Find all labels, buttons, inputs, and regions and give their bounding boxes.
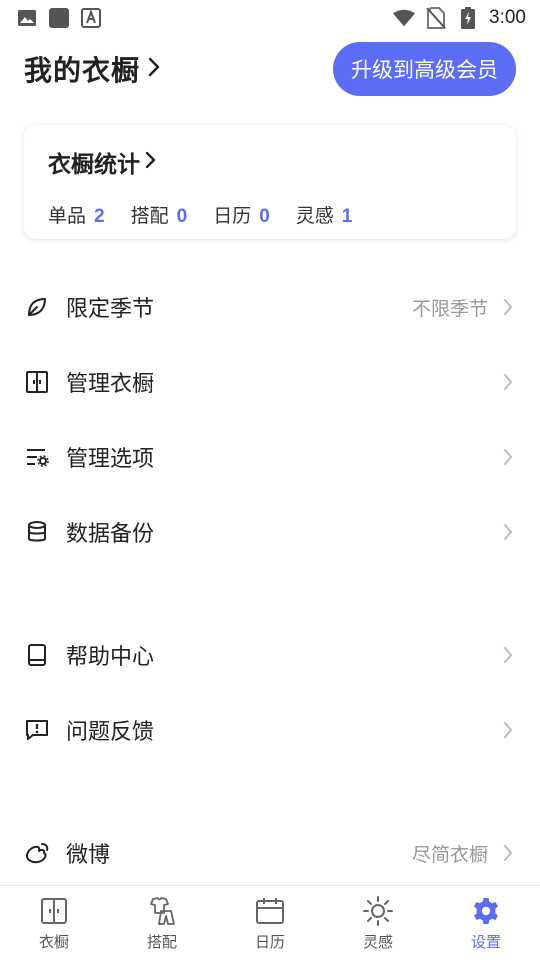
- a-icon: [80, 7, 102, 29]
- menu-label: 帮助中心: [66, 645, 155, 670]
- stat-outfits[interactable]: 搭配 0: [131, 201, 188, 228]
- stat-calendar[interactable]: 日历 0: [213, 201, 270, 228]
- leaf-icon: [24, 294, 50, 320]
- chevron-right-icon: [502, 722, 516, 738]
- chevron-right-icon: [146, 55, 162, 83]
- stats-row: 单品 2 搭配 0 日历 0 灵感 1: [48, 201, 492, 228]
- stat-inspiration[interactable]: 灵感 1: [296, 201, 353, 228]
- stat-value: 0: [176, 206, 188, 227]
- status-bar: 3:00: [0, 0, 540, 36]
- nav-tab-outfit[interactable]: 搭配: [108, 886, 216, 960]
- stat-items[interactable]: 单品 2: [48, 201, 105, 228]
- nav-label: 日历: [254, 932, 285, 951]
- menu-item-help[interactable]: 帮助中心: [0, 625, 540, 685]
- sun-icon: [362, 895, 394, 927]
- upgrade-button[interactable]: 升级到高级会员: [333, 42, 516, 96]
- settings-gear-icon: [470, 895, 502, 927]
- chevron-right-icon: [502, 524, 516, 540]
- nav-tab-inspiration[interactable]: 灵感: [324, 886, 432, 960]
- stat-label: 单品: [48, 205, 87, 227]
- menu-label: 数据备份: [66, 522, 155, 547]
- wardrobe-icon: [38, 895, 70, 927]
- chevron-right-icon: [502, 647, 516, 663]
- stats-title-link[interactable]: 衣橱统计: [48, 145, 492, 179]
- page-title: 我的衣橱: [24, 54, 141, 87]
- menu-label: 限定季节: [66, 297, 155, 322]
- database-icon: [24, 519, 50, 545]
- square-icon: [48, 7, 70, 29]
- nav-tab-calendar[interactable]: 日历: [216, 886, 324, 960]
- nav-label: 衣橱: [38, 932, 69, 951]
- nav-tab-wardrobe[interactable]: 衣橱: [0, 886, 108, 960]
- book-icon: [24, 642, 50, 668]
- nav-tab-settings[interactable]: 设置: [432, 886, 540, 960]
- nav-label: 灵感: [362, 932, 393, 951]
- image-icon: [16, 7, 38, 29]
- stat-value: 0: [259, 206, 270, 227]
- menu-value: 尽简衣橱: [411, 843, 488, 866]
- header: 我的衣橱 升级到高级会员: [24, 42, 516, 96]
- status-left: [16, 7, 102, 29]
- menu-label: 管理衣橱: [66, 372, 155, 397]
- weibo-icon: [24, 840, 50, 866]
- wifi-icon: [393, 7, 416, 29]
- menu-value: 不限季节: [411, 297, 488, 320]
- chevron-right-icon: [502, 449, 516, 465]
- stat-value: 2: [94, 206, 105, 227]
- battery-charging-icon: [457, 7, 479, 29]
- bottom-nav: 衣橱 搭配 日历 灵感 设置: [0, 885, 540, 960]
- nav-label: 搭配: [146, 932, 177, 951]
- menu-label: 管理选项: [66, 447, 155, 472]
- chevron-right-icon: [502, 299, 516, 315]
- chevron-right-icon: [144, 149, 158, 175]
- status-right: 3:00: [393, 7, 526, 29]
- calendar-icon: [254, 895, 286, 927]
- stat-label: 日历: [213, 205, 252, 227]
- wardrobe-title-link[interactable]: 我的衣橱: [24, 49, 162, 89]
- menu-item-manage-wardrobe[interactable]: 管理衣橱: [0, 352, 540, 412]
- wardrobe-icon: [24, 369, 50, 395]
- chevron-right-icon: [502, 845, 516, 861]
- stat-value: 1: [341, 206, 353, 227]
- clock: 3:00: [489, 7, 526, 28]
- stat-label: 灵感: [295, 205, 334, 227]
- menu-label: 微博: [66, 843, 111, 868]
- stats-title: 衣橱统计: [48, 152, 140, 178]
- menu-item-weibo[interactable]: 微博 尽简衣橱: [0, 823, 540, 883]
- chevron-right-icon: [502, 374, 516, 390]
- list-settings-icon: [24, 444, 50, 470]
- menu-label: 问题反馈: [66, 720, 155, 745]
- nav-label: 设置: [470, 932, 501, 951]
- outfit-icon: [146, 895, 178, 927]
- menu-item-feedback[interactable]: 问题反馈: [0, 700, 540, 760]
- stats-card[interactable]: 衣橱统计 单品 2 搭配 0 日历 0 灵感 1: [24, 125, 516, 239]
- stat-label: 搭配: [130, 205, 169, 227]
- no-sim-icon: [425, 7, 447, 29]
- menu-item-manage-options[interactable]: 管理选项: [0, 427, 540, 487]
- feedback-icon: [24, 717, 50, 743]
- menu-item-backup[interactable]: 数据备份: [0, 502, 540, 562]
- menu-item-season[interactable]: 限定季节 不限季节: [0, 277, 540, 337]
